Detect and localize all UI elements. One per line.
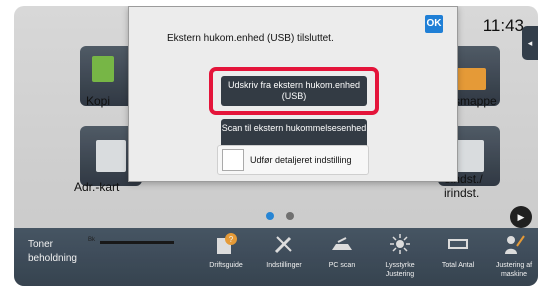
detail-settings-checkbox[interactable] (222, 149, 244, 171)
detail-settings-label: Udfør detaljeret indstilling (250, 155, 352, 165)
detail-settings-option[interactable]: Udfør detaljeret indstilling (217, 145, 369, 175)
dialog-message: Ekstern hukom.enhed (USB) tilsluttet. (167, 33, 334, 44)
device-panel: 11:43 ◂ Kopi Adr.-kart rksmappe eindst./… (0, 0, 550, 297)
print-from-usb-button[interactable]: Udskriv fra ekstern hukom.enhed (USB) (221, 76, 367, 106)
touch-screen: 11:43 ◂ Kopi Adr.-kart rksmappe eindst./… (14, 6, 538, 286)
ok-button[interactable]: OK (425, 15, 443, 33)
usb-dialog: Ekstern hukom.enhed (USB) tilsluttet. OK… (128, 6, 458, 182)
